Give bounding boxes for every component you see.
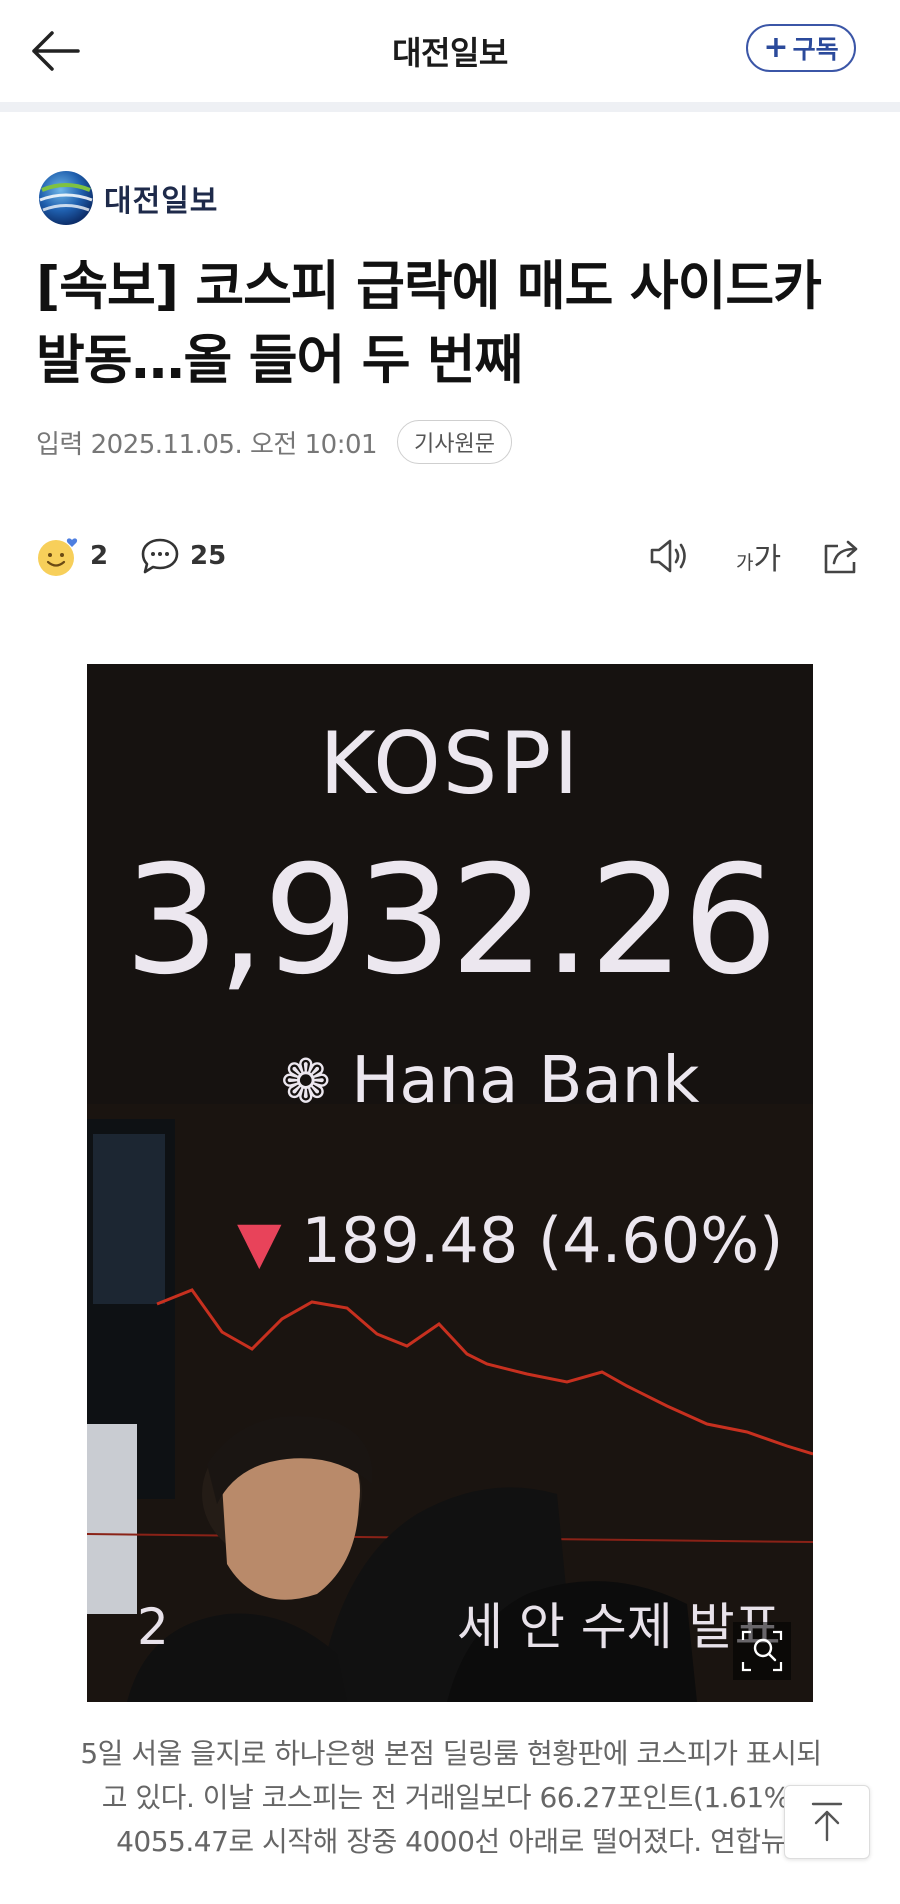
change-value: 189.48 (4.60%) [301,1204,784,1277]
listen-button[interactable] [648,530,694,582]
comment-count: 25 [190,541,227,571]
globe-logo-icon [39,171,93,225]
reaction-button[interactable]: 2 [36,530,108,582]
board-title: KOSPI [319,714,581,814]
article-photo[interactable]: 2 세 안 수제 발표 KOSPI 3,932.26 ❁ Hana Bank ▼… [87,664,813,1702]
caption-line-2: 고 있다. 이날 코스피는 전 거래일보다 66.27포인트(1.61%) [101,1781,801,1814]
smile-emoji-icon [38,538,78,576]
caption-line-3: 4055.47로 시작해 장중 4000선 아래로 떨어졌다. 연합뉴 [116,1825,786,1858]
subscribe-label: 구독 [792,35,839,64]
photo-zoom-button[interactable] [733,1622,791,1680]
bank-sign: ❁ Hana Bank [127,1044,813,1118]
speaker-icon [650,539,686,573]
reaction-count: 2 [90,541,109,571]
subscribe-button[interactable]: + 구독 [746,24,856,72]
share-icon [824,540,858,574]
arrow-up-icon [811,1802,843,1842]
bank-name: Hana Bank [351,1044,700,1118]
publish-date: 입력 2025.11.05. 오전 10:01 [36,429,378,460]
top-bar: 대전일보 + 구독 [0,0,900,102]
down-triangle-icon: ▼ [237,1208,282,1276]
plus-icon: + [763,30,789,65]
article-headline: [속보] 코스피 급락에 매도 사이드카 발동…올 들어 두 번째 [36,250,876,398]
press-name: 대전일보 [104,184,219,219]
hana-logo-icon: ❁ [280,1047,331,1117]
scroll-to-top-button[interactable] [784,1785,870,1859]
board-bottom-text: 2 [137,1598,169,1656]
magnify-expand-icon [741,1630,783,1672]
original-article-button[interactable]: 기사원문 [397,420,513,464]
index-value: 3,932.26 [124,834,778,1008]
comment-button[interactable]: 25 [140,530,226,582]
headline-line-2: 발동…올 들어 두 번째 [36,330,523,391]
photo-caption: 5일 서울 을지로 하나은행 본점 딜링룸 현황판에 코스피가 표시되 고 있다… [40,1732,862,1864]
article-meta: 입력 2025.11.05. 오전 10:01 기사원문 [36,420,513,464]
press-logo[interactable]: 대전일보 [36,168,218,228]
font-size-button[interactable]: 가가 [736,530,781,582]
index-change: ▼ 189.48 (4.60%) [237,1204,797,1277]
headline-line-1: [속보] 코스피 급락에 매도 사이드카 [36,256,822,317]
photo-background: 2 세 안 수제 발표 [87,664,813,1702]
font-size-large-glyph: 가 [753,542,782,577]
header-divider [0,102,900,112]
comment-bubble-icon [141,538,179,574]
article-actions: 2 25 가가 [36,530,866,582]
font-size-small-glyph: 가 [736,552,754,574]
font-size-icon: 가가 [736,534,781,578]
caption-line-1: 5일 서울 을지로 하나은행 본점 딜링룸 현황판에 코스피가 표시되 [80,1737,822,1770]
share-button[interactable] [820,530,864,582]
